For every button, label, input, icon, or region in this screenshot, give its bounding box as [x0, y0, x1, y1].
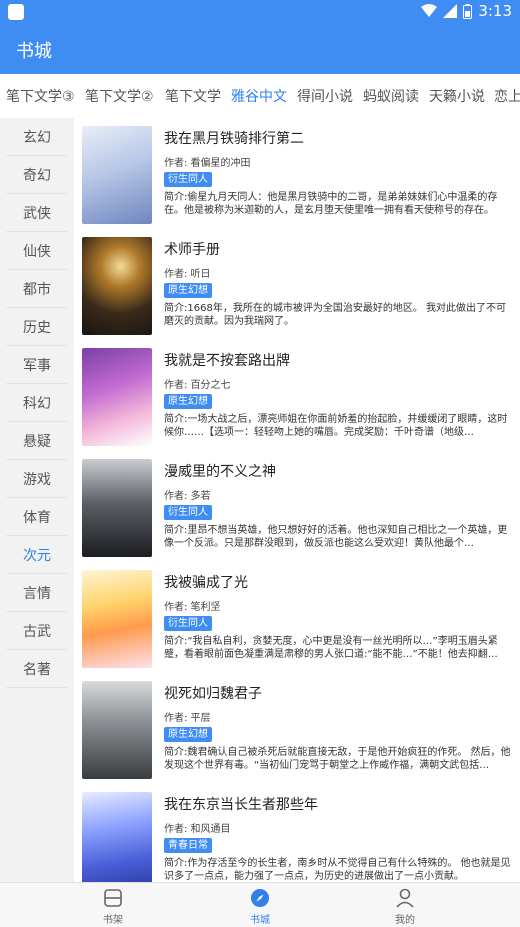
nav-bookstore[interactable]: 书城	[210, 883, 310, 927]
book-title: 我就是不按套路出牌	[164, 353, 290, 369]
category-item[interactable]: 名著	[6, 650, 68, 688]
status-bar: 3:13	[0, 0, 520, 24]
book-author: 作者: 听日	[164, 269, 211, 280]
book-author: 作者: 百分之七	[164, 380, 231, 391]
book-title: 术师手册	[164, 242, 220, 258]
nav-bookshelf[interactable]: 书架	[63, 883, 163, 927]
book-tag: 衍生同人	[164, 616, 212, 631]
book-item[interactable]: 我在东京当长生者那些年 作者: 和风通目 青春日常 简介:作为存活至今的长生者，…	[74, 784, 520, 882]
book-cover	[82, 126, 152, 224]
category-item[interactable]: 游戏	[6, 460, 68, 498]
category-item[interactable]: 言情	[6, 574, 68, 612]
nav-label: 我的	[395, 915, 415, 926]
book-title: 视死如归魏君子	[164, 686, 262, 702]
book-cover	[82, 237, 152, 335]
book-cover	[82, 459, 152, 557]
page-title: 书城	[16, 41, 52, 62]
tab-source[interactable]: 天籁小说	[429, 86, 485, 106]
book-tag: 原生幻想	[164, 727, 212, 742]
book-author: 作者: 笔利坚	[164, 602, 221, 613]
nav-label: 书架	[103, 915, 123, 926]
tab-source-active[interactable]: 雅谷中文	[231, 86, 287, 106]
book-description: 简介:“我自私自利，贪婪无度，心中更是没有一丝光明所以…”李明玉眉头紧蹙，看着眼…	[164, 636, 498, 660]
book-item[interactable]: 我就是不按套路出牌 作者: 百分之七 原生幻想 简介:一场大战之后，漂亮师姐在你…	[74, 340, 520, 451]
book-item[interactable]: 我被骗成了光 作者: 笔利坚 衍生同人 简介:“我自私自利，贪婪无度，心中更是没…	[74, 562, 520, 673]
compass-icon	[251, 889, 269, 907]
book-tag: 衍生同人	[164, 172, 212, 187]
book-author: 作者: 多若	[164, 491, 211, 502]
book-description: 简介:一场大战之后，漂亮师姐在你面前娇羞的抬起脸，并缓缓闭了眼睛，这时候你……【…	[164, 414, 508, 438]
book-tag: 青春日常	[164, 838, 212, 853]
book-item[interactable]: 我在黑月铁骑排行第二 作者: 看偏星的冲田 衍生同人 简介:偷星九月天同人：他是…	[74, 118, 520, 229]
source-tabs: 笔下文学③ 笔下文学② 笔下文学 雅谷中文 得间小说 蚂蚁阅读 天籁小说 恋上	[0, 74, 520, 119]
book-list: 我在黑月铁骑排行第二 作者: 看偏星的冲田 衍生同人 简介:偷星九月天同人：他是…	[74, 118, 520, 882]
book-title: 我在黑月铁骑排行第二	[164, 131, 304, 147]
book-description: 简介:作为存活至今的长生者，南乡时从不觉得自己有什么特殊的。 他也就是见识多了一…	[164, 858, 511, 882]
book-description: 简介:偷星九月天同人：他是黑月铁骑中的二哥，是弟弟妹妹们心中温柔的存在。他是被称…	[164, 192, 498, 216]
book-cover	[82, 348, 152, 446]
category-item[interactable]: 历史	[6, 308, 68, 346]
bottom-navigation: 书架 书城 我的	[0, 882, 520, 927]
battery-icon	[463, 3, 473, 19]
book-tag: 衍生同人	[164, 505, 212, 520]
category-item[interactable]: 古武	[6, 612, 68, 650]
nav-label: 书城	[250, 915, 270, 926]
book-description: 简介:里昂不想当英雄，他只想好好的活着。他也深知自己相比之一个英雄，更像一个反派…	[164, 525, 508, 549]
wifi-icon	[421, 4, 438, 17]
clock: 3:13	[478, 2, 512, 20]
book-item[interactable]: 视死如归魏君子 作者: 平层 原生幻想 简介:魏君确认自己被杀死后就能直接无敌，…	[74, 673, 520, 784]
tab-source[interactable]: 恋上	[494, 86, 520, 106]
category-item[interactable]: 科幻	[6, 384, 68, 422]
category-item[interactable]: 奇幻	[6, 156, 68, 194]
category-item[interactable]: 武侠	[6, 194, 68, 232]
book-title: 我在东京当长生者那些年	[164, 797, 318, 813]
book-title: 漫威里的不义之神	[164, 464, 276, 480]
bookshelf-icon	[104, 889, 122, 907]
book-cover	[82, 792, 152, 882]
category-item[interactable]: 悬疑	[6, 422, 68, 460]
tab-source[interactable]: 笔下文学③	[6, 86, 75, 106]
book-author: 作者: 看偏星的冲田	[164, 158, 251, 169]
tab-source[interactable]: 笔下文学	[165, 86, 221, 106]
tab-source[interactable]: 笔下文学②	[85, 86, 154, 106]
category-item[interactable]: 玄幻	[6, 118, 68, 156]
app-bar: 书城	[0, 24, 520, 74]
book-tag: 原生幻想	[164, 394, 212, 409]
book-description: 简介:魏君确认自己被杀死后就能直接无敌，于是他开始疯狂的作死。 然后，他发现这个…	[164, 747, 511, 771]
book-tag: 原生幻想	[164, 283, 212, 298]
person-icon	[396, 888, 414, 908]
book-author: 作者: 平层	[164, 713, 211, 724]
book-item[interactable]: 术师手册 作者: 听日 原生幻想 简介:1668年，我所在的城市被评为全国治安最…	[74, 229, 520, 340]
book-author: 作者: 和风通目	[164, 824, 231, 835]
signal-icon	[443, 4, 458, 18]
category-item[interactable]: 体育	[6, 498, 68, 536]
tab-source[interactable]: 蚂蚁阅读	[363, 86, 419, 106]
book-title: 我被骗成了光	[164, 575, 248, 591]
notification-icon	[8, 4, 24, 20]
category-item[interactable]: 都市	[6, 270, 68, 308]
category-item[interactable]: 仙侠	[6, 232, 68, 270]
category-item-active[interactable]: 次元	[6, 536, 68, 574]
book-item[interactable]: 漫威里的不义之神 作者: 多若 衍生同人 简介:里昂不想当英雄，他只想好好的活着…	[74, 451, 520, 562]
tab-source[interactable]: 得间小说	[297, 86, 353, 106]
book-description: 简介:1668年，我所在的城市被评为全国治安最好的地区。 我对此做出了不可磨灭的…	[164, 303, 506, 327]
nav-profile[interactable]: 我的	[355, 883, 455, 927]
category-sidebar: 玄幻 奇幻 武侠 仙侠 都市 历史 军事 科幻 悬疑 游戏 体育 次元 言情 古…	[0, 118, 74, 882]
book-cover	[82, 681, 152, 779]
book-cover	[82, 570, 152, 668]
category-item[interactable]: 军事	[6, 346, 68, 384]
